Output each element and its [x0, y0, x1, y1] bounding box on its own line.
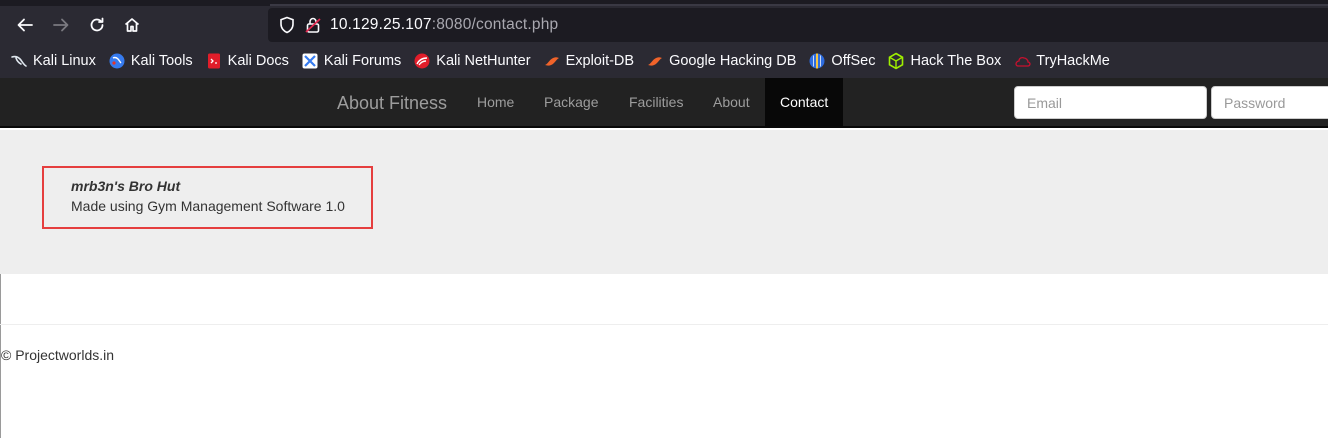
- bookmark-tryhackme[interactable]: TryHackMe: [1013, 52, 1110, 70]
- offsec-icon: [808, 52, 826, 70]
- reload-button[interactable]: [84, 12, 110, 38]
- bookmark-label: Kali Tools: [130, 53, 193, 69]
- nav-link-contact[interactable]: Contact: [765, 78, 844, 126]
- password-input[interactable]: [1211, 86, 1328, 119]
- bookmark-label: TryHackMe: [1036, 53, 1110, 69]
- home-button[interactable]: [119, 12, 145, 38]
- bookmark-kali-tools[interactable]: Kali Tools: [108, 52, 193, 70]
- reload-icon: [90, 17, 104, 32]
- nav-link-package[interactable]: Package: [544, 78, 598, 126]
- nav-link-home[interactable]: Home: [477, 78, 514, 126]
- kali-dragon-icon: [10, 52, 28, 70]
- bookmark-kali-linux[interactable]: Kali Linux: [10, 52, 96, 70]
- exploit-db-icon: [543, 52, 561, 70]
- jumbotron: mrb3n's Bro Hut Made using Gym Managemen…: [0, 130, 1328, 274]
- url-host: 10.129.25.107: [330, 16, 432, 33]
- url-text[interactable]: 10.129.25.107:8080/contact.php: [330, 16, 558, 34]
- browser-chrome: 10.129.25.107:8080/contact.php Kali Linu…: [0, 0, 1328, 78]
- nethunter-icon: [413, 52, 431, 70]
- shield-icon[interactable]: [278, 16, 296, 39]
- bookmark-label: Kali Docs: [227, 53, 289, 69]
- navbar-brand[interactable]: About Fitness: [337, 93, 447, 113]
- nav-link-facilities[interactable]: Facilities: [629, 78, 683, 126]
- bookmark-label: Hack The Box: [910, 53, 1002, 69]
- nav-link-about[interactable]: About: [713, 78, 750, 126]
- bookmark-hack-the-box[interactable]: Hack The Box: [887, 52, 1001, 70]
- address-bar[interactable]: 10.129.25.107:8080/contact.php: [268, 8, 1328, 42]
- insecure-lock-icon[interactable]: [304, 16, 322, 39]
- bookmark-label: Google Hacking DB: [669, 53, 797, 69]
- bookmarks-bar: Kali Linux Kali Tools Kali Docs Kali For…: [10, 50, 1122, 72]
- tryhackme-icon: [1013, 52, 1031, 70]
- footer-copyright: © Projectworlds.in: [1, 347, 115, 363]
- bookmark-label: Kali NetHunter: [436, 53, 531, 69]
- kali-forums-icon: [301, 52, 319, 70]
- url-path: :8080/contact.php: [431, 16, 559, 33]
- kali-docs-icon: [205, 52, 223, 70]
- site-navbar: About Fitness Home Package Facilities Ab…: [0, 78, 1328, 128]
- bookmark-label: Kali Forums: [323, 53, 402, 69]
- bookmark-label: OffSec: [831, 53, 876, 69]
- footer-divider: [0, 324, 1328, 325]
- kali-tools-icon: [108, 52, 126, 70]
- hackthebox-icon: [887, 52, 905, 70]
- back-button[interactable]: [12, 12, 38, 38]
- bookmark-kali-nethunter[interactable]: Kali NetHunter: [413, 52, 531, 70]
- bookmark-exploit-db[interactable]: Exploit-DB: [543, 52, 635, 70]
- arrow-left-icon: [17, 18, 33, 32]
- site-subtitle: Made using Gym Management Software 1.0: [71, 198, 345, 214]
- bookmark-offsec[interactable]: OffSec: [808, 52, 875, 70]
- bookmark-kali-forums[interactable]: Kali Forums: [301, 52, 401, 70]
- arrow-right-icon: [53, 18, 69, 32]
- tab-strip: [0, 0, 1328, 6]
- ghdb-icon: [646, 52, 664, 70]
- bookmark-google-hacking-db[interactable]: Google Hacking DB: [646, 52, 796, 70]
- bookmark-label: Kali Linux: [33, 53, 96, 69]
- bookmark-label: Exploit-DB: [565, 53, 635, 69]
- email-input[interactable]: [1014, 86, 1207, 119]
- forward-button[interactable]: [48, 12, 74, 38]
- site-title: mrb3n's Bro Hut: [71, 178, 181, 194]
- bookmark-kali-docs[interactable]: Kali Docs: [205, 52, 289, 70]
- home-icon: [124, 18, 140, 32]
